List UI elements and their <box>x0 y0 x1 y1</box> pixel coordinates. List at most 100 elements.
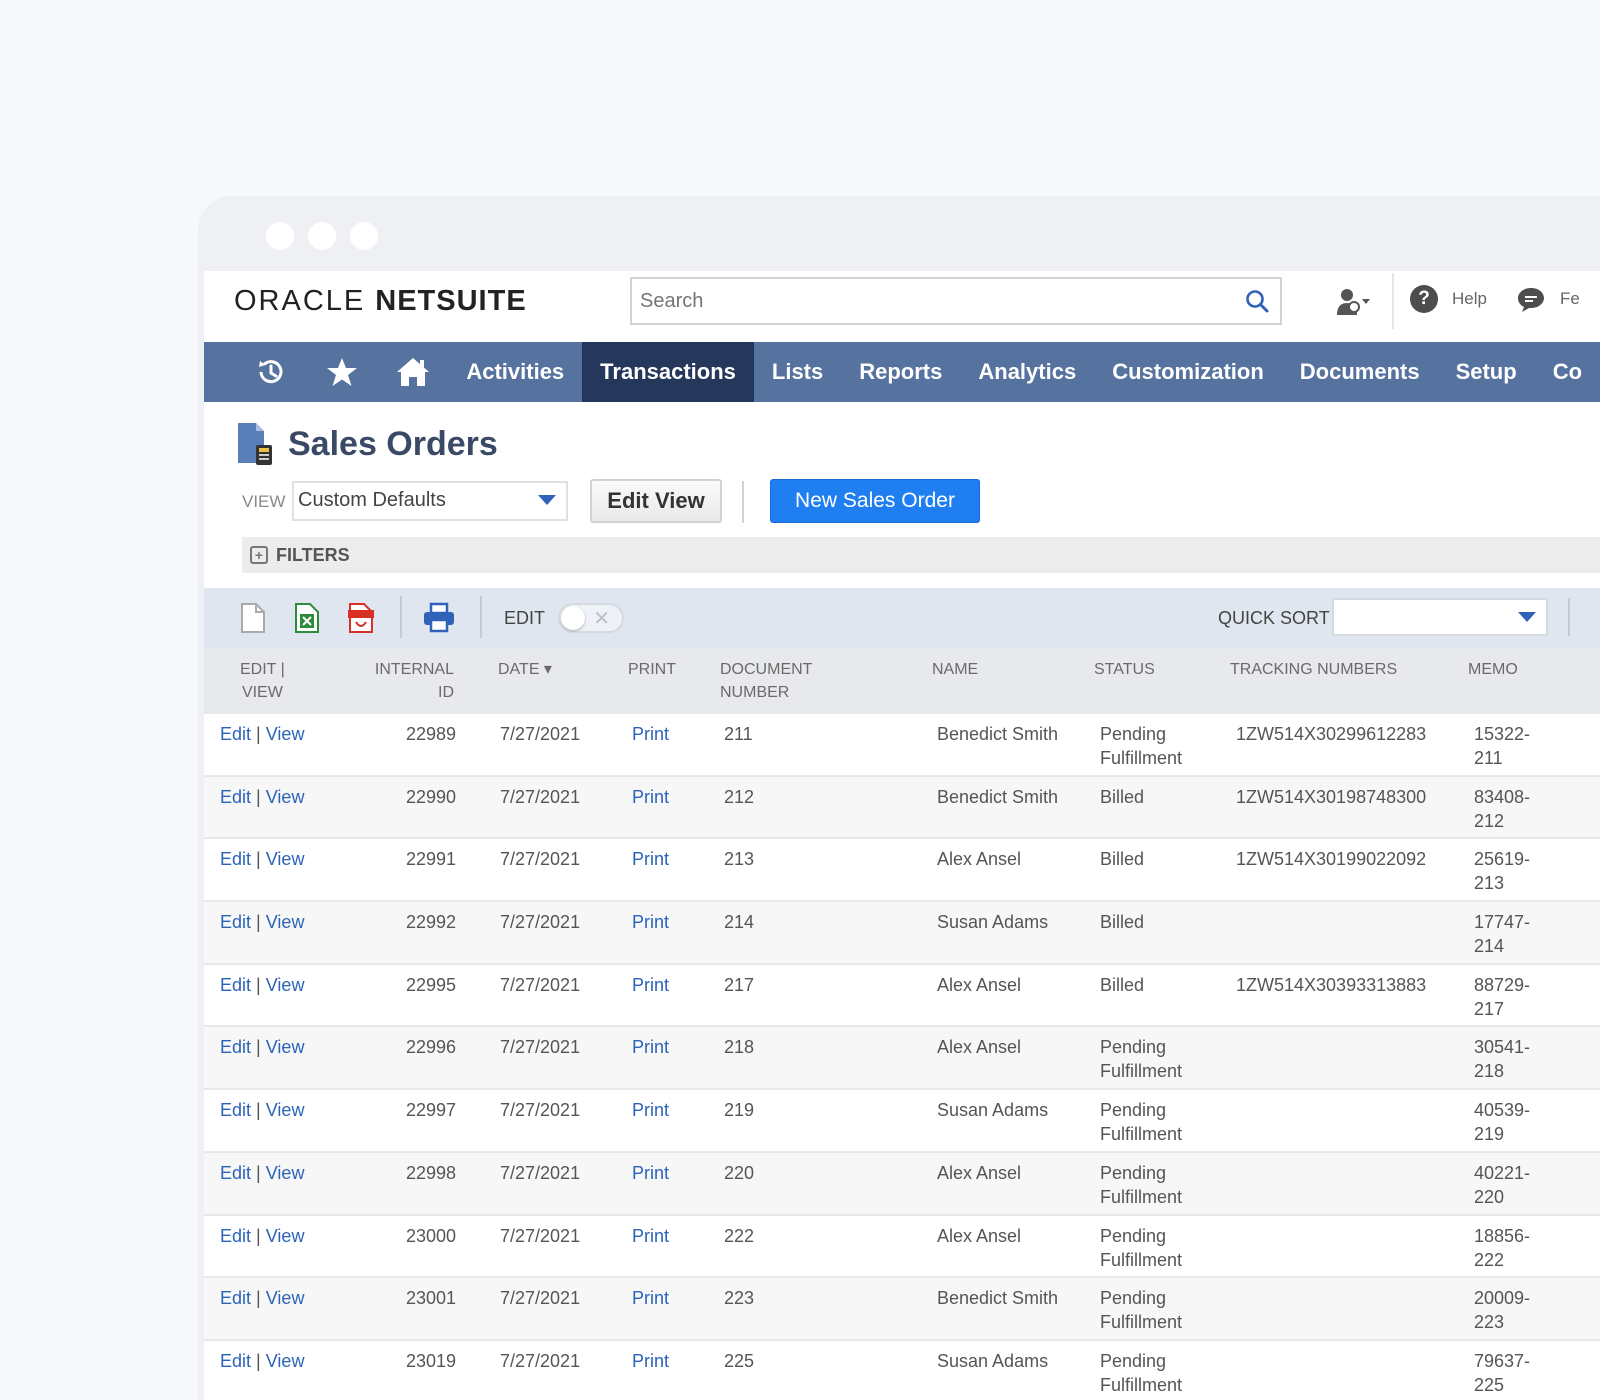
edit-link[interactable]: Edit <box>220 1288 251 1308</box>
print-link[interactable]: Print <box>632 1224 669 1248</box>
page-title: Sales Orders <box>288 424 498 463</box>
status-cell: Pending Fulfillment <box>1100 1350 1183 1395</box>
col-date[interactable]: DATE ▾ <box>498 658 552 681</box>
edit-link[interactable]: Edit <box>220 912 251 932</box>
view-link[interactable]: View <box>266 1288 305 1308</box>
memo-cell: 17747-214 <box>1474 912 1531 957</box>
print-link[interactable]: Print <box>632 910 669 934</box>
internal-id-cell: 22991 <box>405 849 456 870</box>
view-link[interactable]: View <box>266 1226 305 1246</box>
star-icon <box>327 358 358 386</box>
col-name[interactable]: NAME <box>932 658 978 681</box>
view-link[interactable]: View <box>266 787 305 807</box>
edit-link[interactable]: Edit <box>220 1226 251 1246</box>
view-link[interactable]: View <box>266 975 305 995</box>
new-sales-order-button[interactable]: New Sales Order <box>770 479 980 523</box>
view-link[interactable]: View <box>266 724 305 744</box>
col-memo[interactable]: MEMO <box>1468 658 1518 681</box>
date-cell: 7/27/2021 <box>500 1288 581 1309</box>
search-input[interactable] <box>632 279 1222 323</box>
col-status[interactable]: STATUS <box>1094 658 1155 681</box>
window-close-dot[interactable] <box>266 222 294 250</box>
link-separator: | <box>256 912 261 933</box>
nav-home[interactable] <box>378 342 449 402</box>
name-cell: Alex Ansel <box>937 1162 1022 1183</box>
nav-item-customization[interactable]: Customization <box>1094 342 1282 402</box>
inline-edit-toggle[interactable]: ✕ <box>558 603 624 633</box>
edit-view-button[interactable]: Edit View <box>590 479 722 523</box>
document-number-cell: 211 <box>724 724 753 744</box>
search-icon[interactable] <box>1244 288 1270 314</box>
col-document-number[interactable]: DOCUMENT NUMBER <box>720 658 812 704</box>
view-label: VIEW <box>242 492 286 511</box>
nav-item-reports[interactable]: Reports <box>841 342 960 402</box>
memo-cell: 20009-223 <box>1474 1288 1531 1333</box>
edit-link[interactable]: Edit <box>220 1100 251 1120</box>
col-internal-id[interactable]: INTERNAL ID <box>374 658 454 704</box>
browser-window: ORACLE NETSUITE ? Help <box>198 196 1600 1400</box>
document-number-cell: 219 <box>724 1100 755 1121</box>
view-select[interactable]: Custom Defaults <box>292 481 568 521</box>
name-cell: Benedict Smith <box>937 1288 1059 1309</box>
view-link[interactable]: View <box>266 1100 305 1120</box>
table-row: Edit | View 22997 7/27/2021 Print 219 Su… <box>204 1090 1600 1153</box>
edit-link[interactable]: Edit <box>220 849 251 869</box>
internal-id-cell: 22997 <box>405 1100 456 1121</box>
nav-item-activities[interactable]: Activities <box>448 342 582 402</box>
nav-item-documents[interactable]: Documents <box>1282 342 1438 402</box>
oracle-netsuite-logo[interactable]: ORACLE NETSUITE <box>234 285 527 318</box>
export-csv-icon[interactable] <box>238 602 268 634</box>
edit-link[interactable]: Edit <box>220 975 251 995</box>
view-link[interactable]: View <box>266 912 305 932</box>
table-row: Edit | View 23000 7/27/2021 Print 222 Al… <box>204 1215 1600 1279</box>
edit-link[interactable]: Edit <box>220 1351 251 1371</box>
print-link[interactable]: Print <box>632 847 669 871</box>
filters-toggle[interactable]: + FILTERS <box>242 537 1600 573</box>
edit-link[interactable]: Edit <box>220 1163 251 1183</box>
export-pdf-icon[interactable] <box>346 602 376 634</box>
print-link[interactable]: Print <box>632 1286 669 1310</box>
status-cell: Pending Fulfillment <box>1100 1100 1183 1145</box>
help-link[interactable]: ? Help <box>1410 285 1487 313</box>
print-icon[interactable] <box>422 602 456 634</box>
print-link[interactable]: Print <box>632 973 669 997</box>
window-maximize-dot[interactable] <box>350 222 378 250</box>
toolbar-divider <box>480 596 482 638</box>
nav-item-more[interactable]: Co <box>1535 342 1600 402</box>
link-separator: | <box>256 849 261 870</box>
edit-link[interactable]: Edit <box>220 724 251 744</box>
export-excel-icon[interactable] <box>292 602 322 634</box>
view-link[interactable]: View <box>266 849 305 869</box>
edit-view-cell: Edit | View <box>220 1098 304 1122</box>
nav-item-setup[interactable]: Setup <box>1438 342 1535 402</box>
quick-sort-select[interactable] <box>1332 598 1548 636</box>
view-link[interactable]: View <box>266 1351 305 1371</box>
edit-link[interactable]: Edit <box>220 787 251 807</box>
print-link[interactable]: Print <box>632 1098 669 1122</box>
table-row: Edit | View 22989 7/27/2021 Print 211 Be… <box>204 714 1600 777</box>
chevron-down-icon <box>1518 612 1536 622</box>
print-link[interactable]: Print <box>632 1035 669 1059</box>
memo-cell: 40221-220 <box>1474 1162 1531 1207</box>
edit-view-cell: Edit | View <box>220 1286 304 1310</box>
window-minimize-dot[interactable] <box>308 222 336 250</box>
date-cell: 7/27/2021 <box>500 849 581 870</box>
toggle-off-icon: ✕ <box>593 608 610 630</box>
print-link[interactable]: Print <box>632 1349 669 1373</box>
view-link[interactable]: View <box>266 1037 305 1057</box>
link-separator: | <box>256 1162 261 1183</box>
nav-item-analytics[interactable]: Analytics <box>960 342 1094 402</box>
nav-favorites[interactable] <box>307 342 378 402</box>
nav-item-transactions[interactable]: Transactions <box>582 342 754 402</box>
view-link[interactable]: View <box>266 1163 305 1183</box>
print-link[interactable]: Print <box>632 722 669 746</box>
nav-item-lists[interactable]: Lists <box>754 342 841 402</box>
list-toolbar: EDIT ✕ QUICK SORT <box>204 588 1600 648</box>
user-menu-icon[interactable] <box>1334 287 1374 317</box>
nav-recent[interactable] <box>236 342 307 402</box>
col-tracking-numbers[interactable]: TRACKING NUMBERS <box>1230 658 1397 681</box>
print-link[interactable]: Print <box>632 1161 669 1185</box>
print-link[interactable]: Print <box>632 785 669 809</box>
feedback-link[interactable]: Fe <box>1516 285 1580 313</box>
edit-link[interactable]: Edit <box>220 1037 251 1057</box>
